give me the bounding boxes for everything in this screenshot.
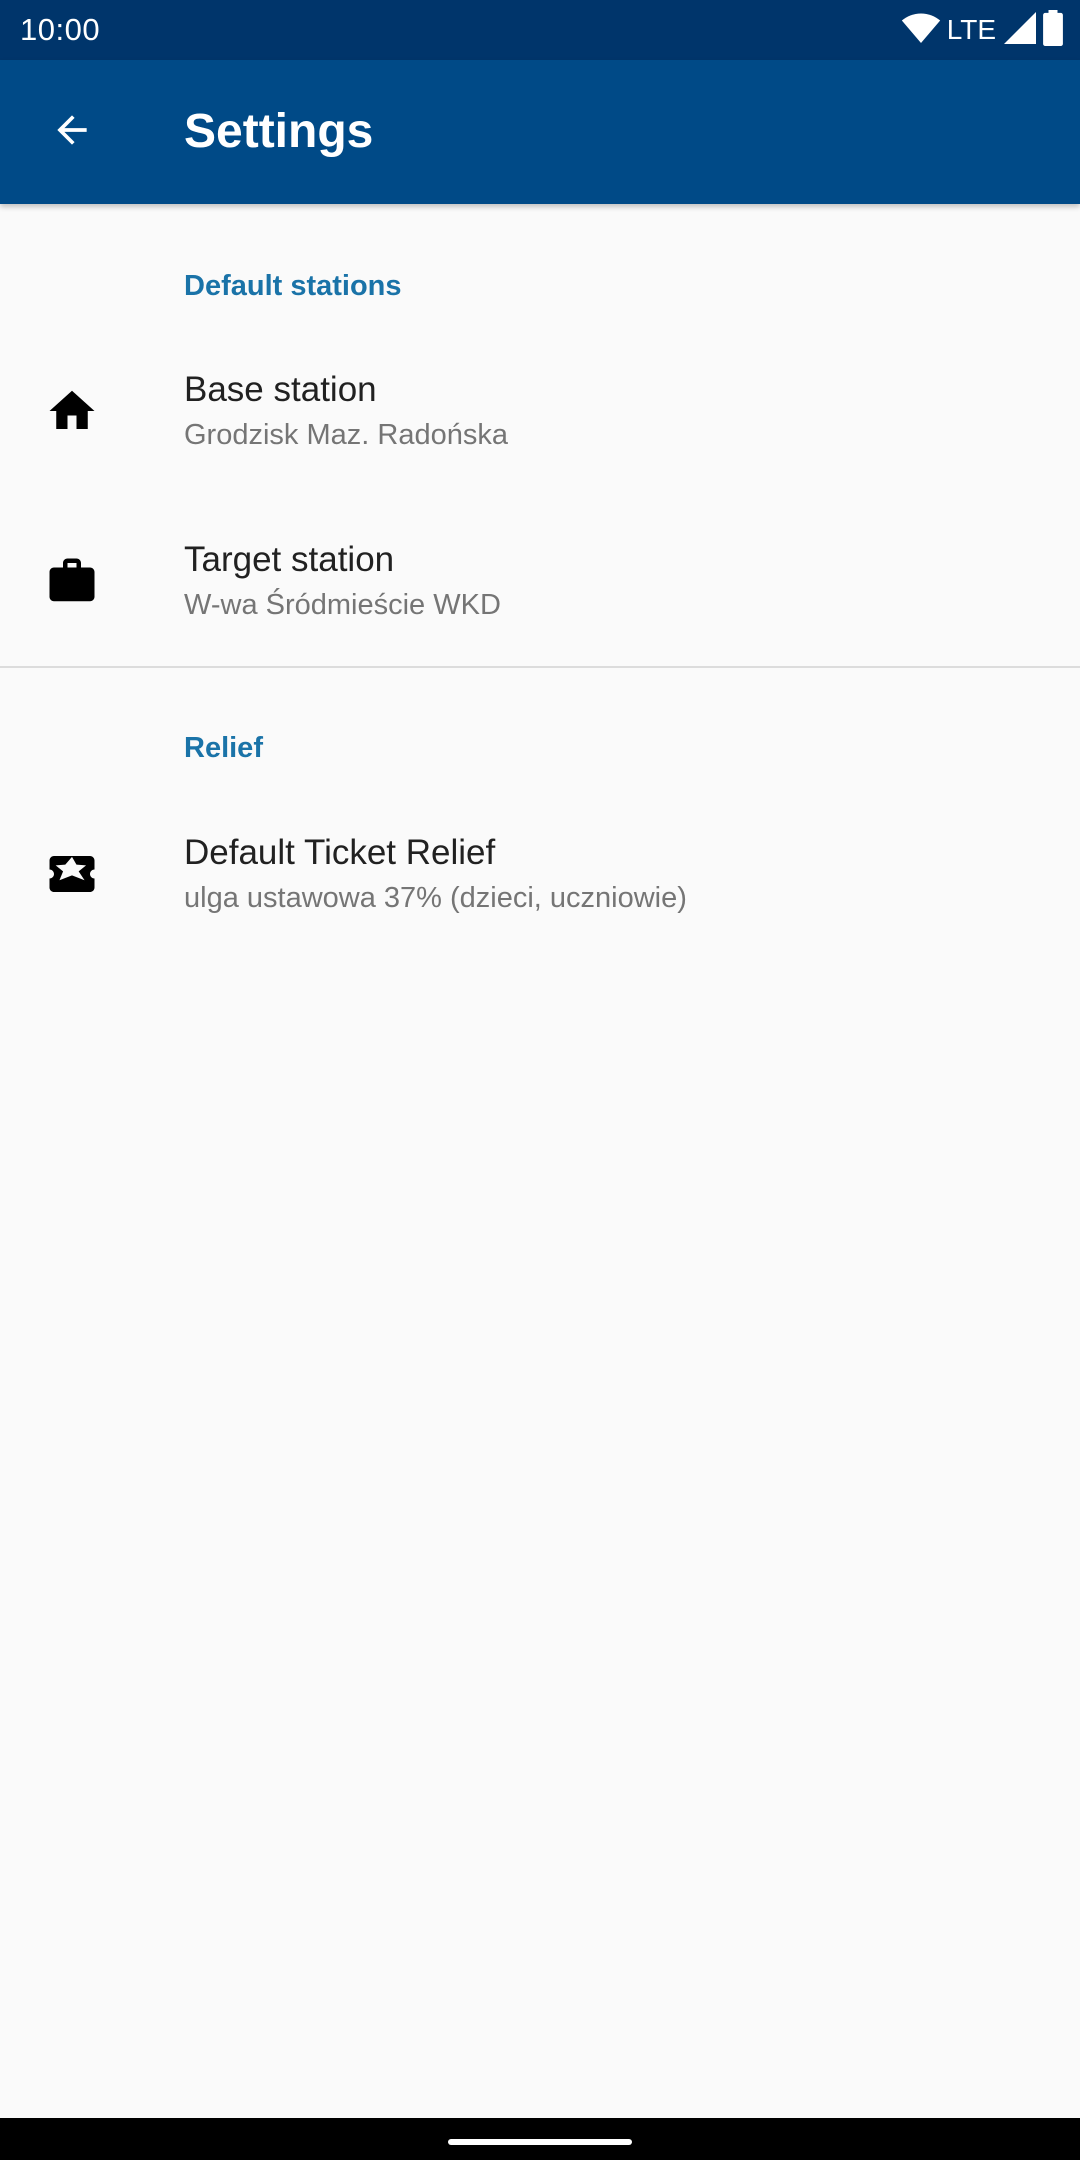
- pref-title: Default Ticket Relief: [184, 833, 496, 872]
- section-divider: [0, 666, 1080, 668]
- app-bar: Settings: [0, 60, 1080, 204]
- pref-target-station[interactable]: Target station W-wa Śródmieście WKD: [0, 495, 1080, 665]
- briefcase-icon: [44, 553, 100, 609]
- pref-base-station[interactable]: Base station Grodzisk Maz. Radońska: [0, 325, 1080, 495]
- home-gesture-handle[interactable]: [448, 2139, 632, 2145]
- pref-title: Target station: [184, 540, 395, 579]
- pref-summary: Grodzisk Maz. Radońska: [184, 419, 508, 451]
- navigation-bar: [0, 2118, 1080, 2160]
- pref-default-ticket-relief[interactable]: Default Ticket Relief ulga ustawowa 37% …: [0, 788, 1080, 958]
- pref-summary: W-wa Śródmieście WKD: [184, 589, 501, 621]
- back-button[interactable]: [36, 96, 108, 168]
- arrow-back-icon: [50, 108, 94, 157]
- page-title: Settings: [184, 105, 374, 158]
- ticket-star-icon: [44, 846, 100, 902]
- pref-summary: ulga ustawowa 37% (dzieci, uczniowie): [184, 882, 687, 914]
- status-time: 10:00: [20, 12, 101, 47]
- network-type-label: LTE: [946, 14, 996, 45]
- section-header-default-stations: Default stations: [184, 270, 402, 302]
- settings-screen: 10:00 LTE Settings Default stations Base…: [0, 0, 1080, 2160]
- wifi-icon: [901, 11, 941, 50]
- section-header-relief: Relief: [184, 732, 263, 764]
- status-bar: 10:00 LTE: [0, 0, 1080, 60]
- battery-icon: [1042, 9, 1064, 51]
- status-icons: LTE: [901, 0, 1064, 60]
- home-icon: [44, 383, 100, 439]
- signal-icon: [1004, 11, 1036, 49]
- pref-title: Base station: [184, 370, 377, 409]
